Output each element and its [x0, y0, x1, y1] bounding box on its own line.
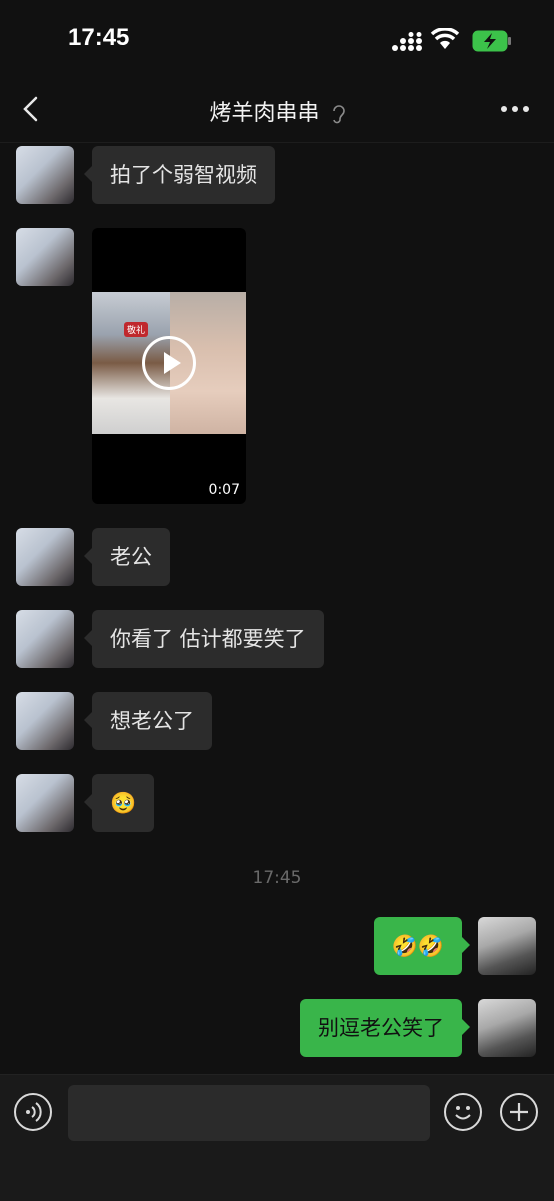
voice-input-button[interactable]	[14, 1093, 52, 1131]
video-sticker-label: 敬礼	[124, 322, 149, 337]
plus-icon	[510, 1103, 528, 1121]
chat-timestamp: 17:45	[252, 868, 302, 888]
contact-avatar[interactable]	[16, 528, 74, 586]
wifi-icon	[430, 28, 460, 49]
smiley-icon	[455, 1106, 471, 1120]
incoming-message[interactable]: 拍了个弱智视频	[84, 146, 275, 204]
incoming-message[interactable]: 想老公了	[84, 692, 212, 750]
chat-header: 烤羊肉串串	[0, 80, 554, 143]
contact-avatar[interactable]	[16, 610, 74, 668]
incoming-emoji-message[interactable]: 🥹	[83, 774, 155, 832]
video-message[interactable]: 敬礼 0:07	[92, 228, 246, 504]
incoming-message[interactable]: 你看了 估计都要笑了	[84, 610, 324, 668]
battery-charging-icon	[472, 30, 511, 52]
input-bar	[0, 1074, 554, 1201]
outgoing-message[interactable]: 别逗老公笑了	[300, 999, 470, 1057]
contact-avatar[interactable]	[16, 146, 74, 204]
more-options-icon[interactable]	[500, 104, 530, 114]
chat-title: 烤羊肉串串	[0, 95, 554, 127]
my-avatar[interactable]	[478, 999, 536, 1057]
message-input[interactable]	[68, 1085, 430, 1141]
contact-avatar[interactable]	[16, 692, 74, 750]
status-time: 17:45	[68, 24, 130, 51]
outgoing-emoji-message[interactable]: 🤣🤣	[373, 917, 471, 975]
video-duration: 0:07	[208, 482, 240, 498]
incoming-message[interactable]: 老公	[84, 528, 170, 586]
voice-icon	[26, 1102, 42, 1122]
ear-icon	[332, 105, 345, 124]
contact-avatar[interactable]	[16, 228, 74, 286]
my-avatar[interactable]	[478, 917, 536, 975]
more-actions-button[interactable]	[500, 1093, 538, 1131]
emoji-button[interactable]	[444, 1093, 482, 1131]
chat-title-text: 烤羊肉串串	[209, 101, 320, 126]
cellular-signal-icon	[392, 32, 422, 51]
status-bar: 17:45	[0, 0, 554, 80]
contact-avatar[interactable]	[16, 774, 74, 832]
play-icon[interactable]	[142, 336, 196, 390]
